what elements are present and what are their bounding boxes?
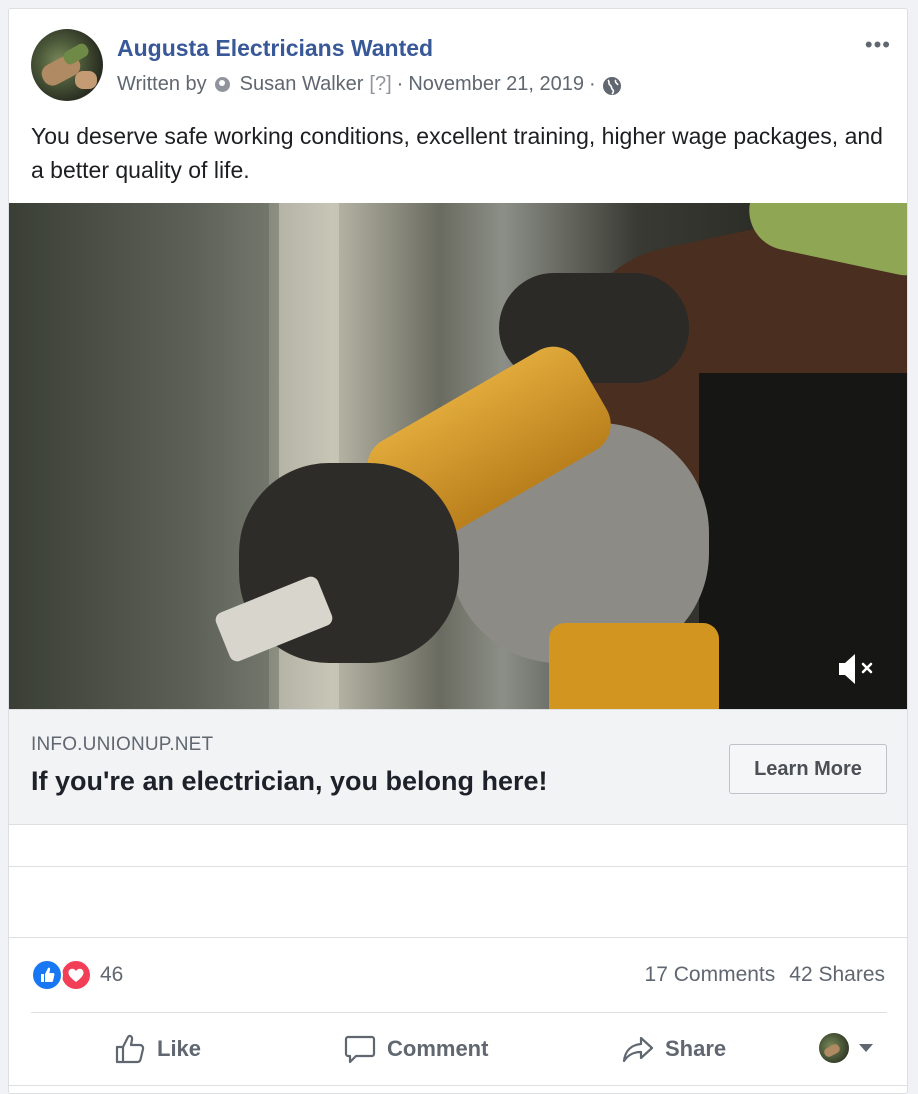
divider <box>9 866 907 867</box>
love-reaction-icon <box>60 959 92 991</box>
reactions-summary[interactable]: 46 <box>31 959 123 991</box>
share-label: Share <box>665 1036 727 1061</box>
globe-icon[interactable] <box>602 76 622 96</box>
share-button[interactable]: Share <box>621 1031 726 1067</box>
divider <box>9 937 907 938</box>
divider <box>9 1085 907 1086</box>
post-card: Augusta Electricians Wanted Written by S… <box>8 8 908 1094</box>
thumbs-up-icon <box>115 1034 145 1064</box>
link-domain: INFO.UNIONUP.NET <box>31 734 214 755</box>
meta-separator: · <box>589 73 596 95</box>
reaction-count: 46 <box>100 963 124 986</box>
avatar <box>819 1033 849 1063</box>
page-avatar[interactable] <box>31 29 103 101</box>
comment-button[interactable]: Comment <box>343 1031 488 1067</box>
react-as-selector[interactable] <box>819 1033 873 1063</box>
author-name-link[interactable]: Susan Walker <box>240 73 364 96</box>
written-by-label: Written by <box>117 73 207 95</box>
comments-count-link[interactable]: 17 Comments <box>645 963 776 987</box>
link-title[interactable]: If you're an electrician, you belong her… <box>31 766 548 797</box>
chevron-down-icon <box>859 1044 873 1052</box>
volume-muted-icon[interactable] <box>835 649 879 689</box>
like-reaction-icon <box>31 959 63 991</box>
post-text: You deserve safe working conditions, exc… <box>31 123 883 183</box>
post-meta: Written by Susan Walker [?] · November 2… <box>117 73 622 96</box>
divider <box>31 1012 887 1013</box>
link-preview[interactable]: INFO.UNIONUP.NET If you're an electricia… <box>9 709 907 825</box>
author-info-link[interactable]: [?] <box>369 73 391 96</box>
meta-separator: · <box>396 73 404 95</box>
share-arrow-icon <box>622 1036 654 1063</box>
like-button[interactable]: Like <box>113 1031 201 1067</box>
page-name-link[interactable]: Augusta Electricians Wanted <box>117 35 433 62</box>
post-date-link[interactable]: November 21, 2019 <box>408 73 584 96</box>
comment-label: Comment <box>387 1036 489 1061</box>
video-player[interactable] <box>9 203 907 709</box>
more-options-icon[interactable]: ••• <box>865 34 891 56</box>
comment-icon <box>344 1035 376 1064</box>
learn-more-button[interactable]: Learn More <box>729 744 887 794</box>
author-badge-icon <box>214 77 230 92</box>
engagement-stats: 17 Comments 42 Shares <box>645 963 885 987</box>
like-label: Like <box>157 1036 202 1061</box>
shares-count-link[interactable]: 42 Shares <box>789 963 885 987</box>
